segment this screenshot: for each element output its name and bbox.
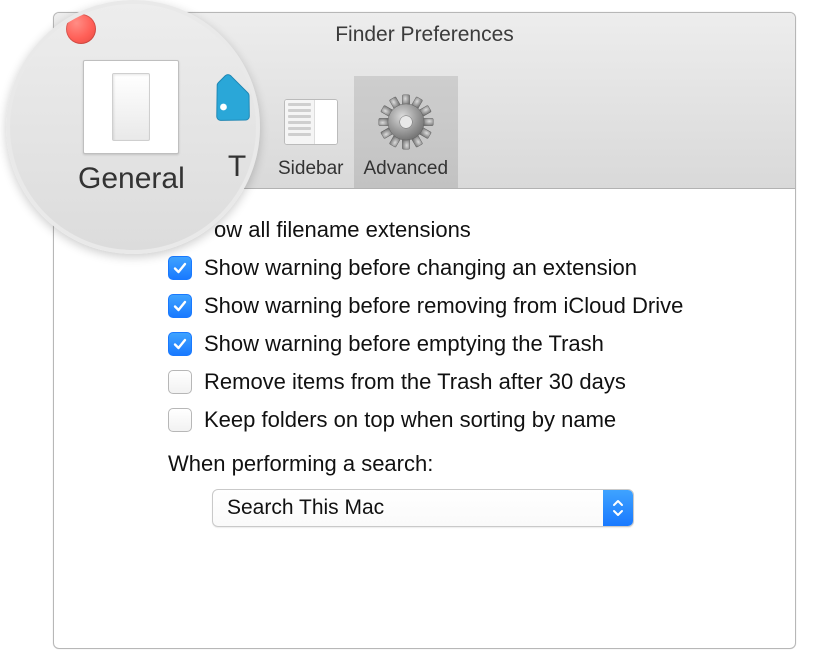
pref-option-row: Keep folders on top when sorting by name bbox=[168, 407, 765, 433]
gear-icon bbox=[374, 90, 438, 154]
pref-option-row: Show warning before removing from iCloud… bbox=[168, 293, 765, 319]
pref-option-row: Show warning before changing an extensio… bbox=[168, 255, 765, 281]
switch-icon bbox=[83, 60, 179, 154]
checkbox[interactable] bbox=[168, 294, 192, 318]
pref-option-label: Keep folders on top when sorting by name bbox=[204, 407, 616, 433]
pref-option-row: Show warning before emptying the Trash bbox=[168, 331, 765, 357]
search-scope-dropdown[interactable]: Search This Mac bbox=[212, 489, 634, 527]
tag-icon bbox=[208, 72, 260, 142]
toolbar-tab-label: Sidebar bbox=[278, 158, 344, 180]
magnifier-overlay: General T bbox=[6, 0, 260, 254]
toolbar-tab-label: General bbox=[78, 162, 185, 196]
checkbox[interactable] bbox=[168, 408, 192, 432]
search-section-label: When performing a search: bbox=[168, 451, 765, 477]
checkbox[interactable] bbox=[168, 370, 192, 394]
toolbar-tab-label: Advanced bbox=[364, 158, 449, 180]
pref-option-label: Show warning before changing an extensio… bbox=[204, 255, 637, 281]
checkbox[interactable] bbox=[168, 256, 192, 280]
checkbox[interactable] bbox=[168, 332, 192, 356]
dropdown-value: Search This Mac bbox=[213, 496, 603, 520]
pref-option-row: ow all filename extensions bbox=[214, 217, 765, 243]
pref-option-row: Remove items from the Trash after 30 day… bbox=[168, 369, 765, 395]
pref-option-label: Remove items from the Trash after 30 day… bbox=[204, 369, 626, 395]
dropdown-arrows-icon bbox=[603, 490, 633, 526]
toolbar-tab-sidebar[interactable]: Sidebar bbox=[268, 76, 354, 188]
toolbar-tab-advanced[interactable]: Advanced bbox=[354, 76, 459, 188]
close-traffic-light-icon[interactable] bbox=[66, 14, 96, 44]
toolbar-tab-general-zoomed[interactable]: General bbox=[78, 60, 185, 196]
toolbar-tab-label: T bbox=[228, 150, 246, 184]
sidebar-icon bbox=[279, 90, 343, 154]
toolbar-tab-tags-zoomed[interactable]: T bbox=[208, 72, 260, 184]
pref-option-label: Show warning before removing from iCloud… bbox=[204, 293, 683, 319]
pref-option-label: Show warning before emptying the Trash bbox=[204, 331, 604, 357]
